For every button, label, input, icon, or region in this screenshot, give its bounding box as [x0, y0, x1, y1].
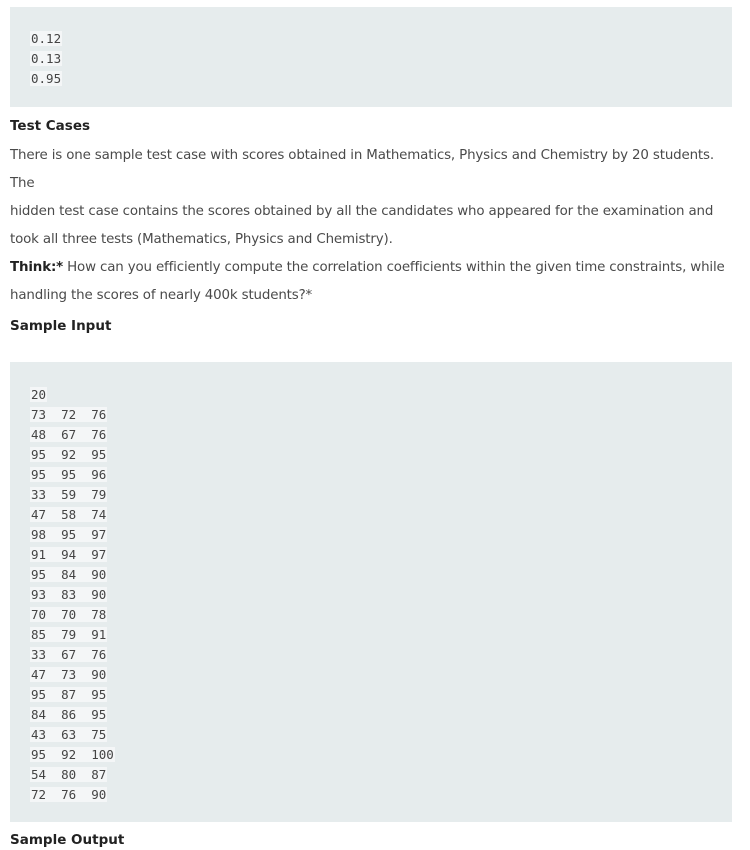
description-line: hidden test case contains the scores obt… — [10, 204, 714, 219]
code-line: 0.95 — [30, 71, 63, 86]
code-line: 93 83 90 — [30, 587, 108, 602]
code-line: 70 70 78 — [30, 607, 108, 622]
code-line: 47 58 74 — [30, 507, 108, 522]
description-line: took all three tests (Mathematics, Physi… — [10, 232, 393, 247]
code-line: 84 86 95 — [30, 707, 108, 722]
sample-input-heading: Sample Input — [10, 318, 112, 334]
output-code-block: 0.12 0.13 0.95 — [10, 7, 732, 107]
sample-output-heading: Sample Output — [10, 832, 125, 848]
think-text: How can you efficiently compute the corr… — [63, 260, 725, 275]
code-line: 95 95 96 — [30, 467, 108, 482]
code-line: 33 59 79 — [30, 487, 108, 502]
code-line: 95 87 95 — [30, 687, 108, 702]
code-line: 48 67 76 — [30, 427, 108, 442]
test-cases-heading: Test Cases — [10, 118, 91, 134]
sample-input-code-block: 20 73 72 76 48 67 76 95 92 95 95 95 96 3… — [10, 362, 732, 822]
code-line: 33 67 76 — [30, 647, 108, 662]
think-line: Think:* How can you efficiently compute … — [10, 254, 732, 282]
test-cases-description: There is one sample test case with score… — [10, 142, 732, 310]
code-line: 95 92 95 — [30, 447, 108, 462]
code-line: 95 84 90 — [30, 567, 108, 582]
code-line: 91 94 97 — [30, 547, 108, 562]
problem-content: 0.12 0.13 0.95 Test Cases There is one s… — [10, 7, 732, 850]
code-line: 0.12 — [30, 31, 63, 46]
code-line: 47 73 90 — [30, 667, 108, 682]
code-line: 54 80 87 — [30, 767, 108, 782]
think-label: Think:* — [10, 260, 64, 275]
code-line: 85 79 91 — [30, 627, 108, 642]
code-line: 43 63 75 — [30, 727, 108, 742]
description-line: There is one sample test case with score… — [10, 148, 714, 191]
code-line: 98 95 97 — [30, 527, 108, 542]
code-line: 72 76 90 — [30, 787, 108, 802]
code-line: 95 92 100 — [30, 747, 115, 762]
code-line: 0.13 — [30, 51, 63, 66]
code-line: 20 — [30, 387, 48, 402]
think-line: handling the scores of nearly 400k stude… — [10, 288, 313, 303]
code-line: 73 72 76 — [30, 407, 108, 422]
